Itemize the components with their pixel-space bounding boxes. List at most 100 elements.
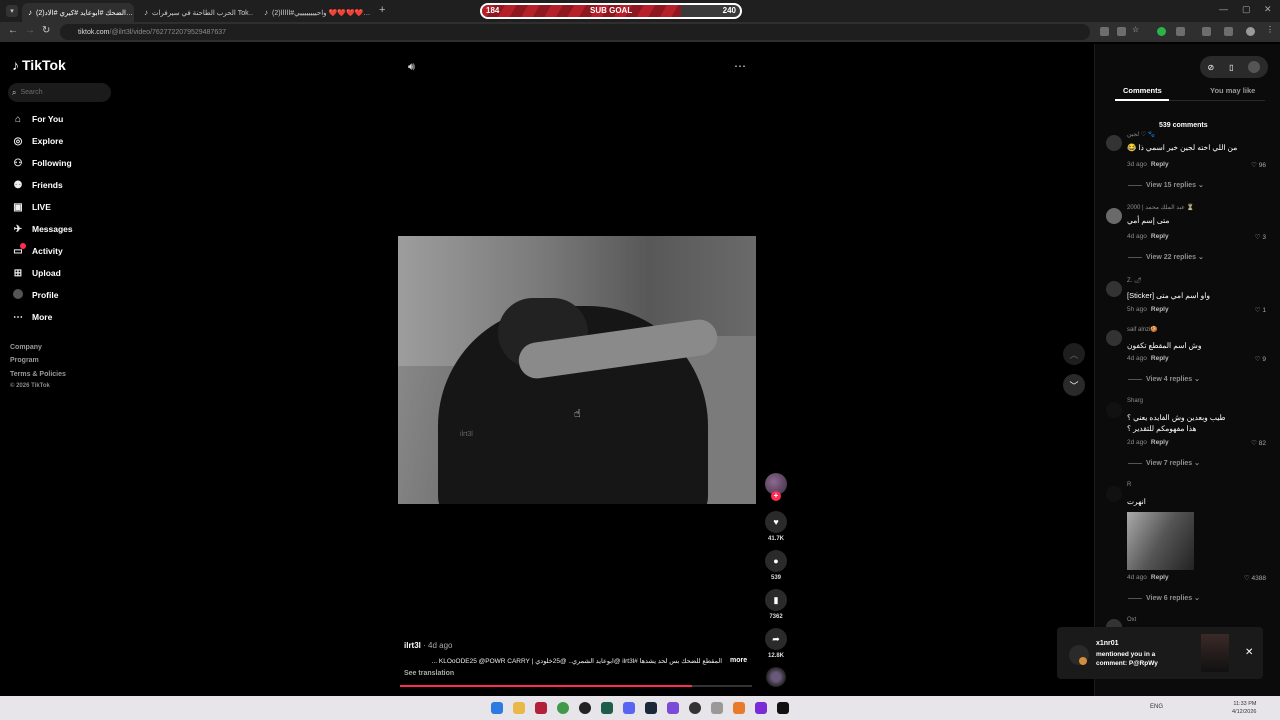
browser-tab[interactable]: ♪ الحرب الطاحنة في سيرفرات Tok… ✕ bbox=[138, 3, 254, 22]
reply-button[interactable]: Reply bbox=[1151, 161, 1169, 168]
commenter-avatar[interactable] bbox=[1106, 208, 1122, 224]
nav-friends[interactable]: ⚉ Friends bbox=[12, 178, 63, 192]
media-icon[interactable] bbox=[1202, 27, 1211, 36]
see-translation-link[interactable]: See translation bbox=[404, 670, 454, 677]
forward-icon[interactable]: → bbox=[25, 25, 35, 36]
close-icon[interactable]: ✕ bbox=[1245, 647, 1253, 658]
next-video-button[interactable]: ﹀ bbox=[1063, 374, 1085, 396]
url-field[interactable]: tiktok.com/@ilrt3l/video/762772207952948… bbox=[60, 24, 1090, 40]
extension-icon[interactable] bbox=[1157, 27, 1166, 36]
minimize-icon[interactable]: — bbox=[1219, 4, 1228, 14]
maximize-icon[interactable]: ▢ bbox=[1242, 4, 1251, 15]
share-action[interactable]: ➦ 12.8K bbox=[765, 628, 787, 659]
commenter-name[interactable]: R bbox=[1127, 482, 1131, 488]
commenter-avatar[interactable] bbox=[1106, 330, 1122, 346]
tab-search-icon[interactable]: ▾ bbox=[6, 5, 18, 17]
app-icon[interactable] bbox=[601, 702, 613, 714]
nav-following[interactable]: ⚇ Following bbox=[12, 156, 72, 170]
extensions-puzzle-icon[interactable] bbox=[1176, 27, 1185, 36]
file-explorer-icon[interactable] bbox=[513, 702, 525, 714]
footer-terms-link[interactable]: Terms & Policies bbox=[10, 371, 66, 378]
view-replies-button[interactable]: View 4 replies ⌄ bbox=[1128, 375, 1200, 383]
more-options-icon[interactable]: ⋯ bbox=[734, 59, 747, 73]
language-indicator[interactable]: ENG bbox=[1150, 704, 1163, 710]
system-clock[interactable]: 11:33 PM 4/12/2026 bbox=[1232, 700, 1256, 716]
caption-more-button[interactable]: more bbox=[730, 657, 747, 664]
search-input[interactable]: ⌕ Search bbox=[8, 83, 111, 102]
comment-likes[interactable]: ♡ 1 bbox=[1255, 306, 1266, 314]
commenter-avatar[interactable] bbox=[1106, 135, 1122, 151]
commenter-name[interactable]: Sharg bbox=[1127, 398, 1143, 404]
menu-icon[interactable]: ⋮ bbox=[1266, 25, 1275, 34]
tab-comments[interactable]: Comments bbox=[1123, 86, 1162, 95]
previous-video-button[interactable]: ︿ bbox=[1063, 343, 1085, 365]
view-replies-button[interactable]: View 6 replies ⌄ bbox=[1128, 594, 1200, 602]
author-name[interactable]: ilrt3l bbox=[404, 641, 421, 650]
avatar[interactable] bbox=[1248, 61, 1261, 73]
comment-likes[interactable]: ♡ 4388 bbox=[1244, 574, 1266, 582]
comment-image[interactable] bbox=[1127, 512, 1194, 570]
volume-icon[interactable]: 🔊︎ bbox=[408, 61, 415, 74]
reload-icon[interactable]: ↻ bbox=[42, 25, 50, 36]
video-player[interactable]: ilrt3l bbox=[398, 236, 756, 504]
nav-more[interactable]: ⋯ More bbox=[12, 310, 52, 324]
comment-action[interactable]: ● 539 bbox=[765, 550, 787, 581]
reply-button[interactable]: Reply bbox=[1151, 355, 1169, 362]
device-icon[interactable]: ▯ bbox=[1229, 63, 1233, 72]
nav-explore[interactable]: ◎ Explore bbox=[12, 134, 64, 148]
app-icon[interactable] bbox=[733, 702, 745, 714]
app-icon[interactable] bbox=[689, 702, 701, 714]
tiktok-logo[interactable]: ♪ TikTok bbox=[12, 57, 66, 73]
share-icon[interactable]: ➦ bbox=[765, 628, 787, 650]
bookmark-icon[interactable]: ▮ bbox=[765, 589, 787, 611]
footer-program-link[interactable]: Program bbox=[10, 357, 39, 364]
reply-button[interactable]: Reply bbox=[1151, 439, 1169, 446]
back-icon[interactable]: ← bbox=[8, 25, 18, 36]
comment-likes[interactable]: ♡ 3 bbox=[1255, 233, 1266, 241]
sidebar-icon[interactable] bbox=[1224, 27, 1233, 36]
comment-likes[interactable]: ♡ 9 bbox=[1255, 355, 1266, 363]
new-tab-button[interactable]: + bbox=[379, 4, 385, 16]
nav-live[interactable]: ▣ LIVE bbox=[12, 200, 51, 214]
save-action[interactable]: ▮ 7362 bbox=[765, 589, 787, 620]
close-window-icon[interactable]: ✕ bbox=[1264, 4, 1272, 15]
nav-messages[interactable]: ✈ Messages bbox=[12, 222, 73, 236]
caption-author[interactable]: ilrt3l · 4d ago bbox=[404, 641, 452, 650]
app-icon[interactable] bbox=[535, 702, 547, 714]
follow-plus-icon[interactable]: + bbox=[771, 491, 781, 501]
footer-company-link[interactable]: Company bbox=[10, 344, 42, 351]
translate-icon[interactable] bbox=[1100, 27, 1109, 36]
commenter-avatar[interactable] bbox=[1106, 281, 1122, 297]
profile-icon[interactable] bbox=[1246, 27, 1255, 36]
reply-button[interactable]: Reply bbox=[1151, 574, 1169, 581]
comment-likes[interactable]: ♡ 96 bbox=[1251, 161, 1266, 169]
app-icon[interactable] bbox=[777, 702, 789, 714]
chrome-icon[interactable] bbox=[557, 702, 569, 714]
view-replies-button[interactable]: View 7 replies ⌄ bbox=[1128, 459, 1200, 467]
nav-for-you[interactable]: ⌂ For You bbox=[12, 112, 63, 126]
mention-notification[interactable]: x1nr01 mentioned you in a comment: P@RpW… bbox=[1057, 627, 1263, 679]
browser-tab[interactable]: ♪ (2)الضحك #ابوعايد #كيري #الاد… ✕ bbox=[22, 3, 134, 22]
browser-tab[interactable]: ♪ (2)واحييييييييي#ااااا ❤️❤️❤️❤️… ✕ bbox=[258, 3, 374, 22]
compass-icon[interactable]: ⊘ bbox=[1207, 63, 1214, 72]
commenter-avatar[interactable] bbox=[1106, 486, 1122, 502]
cast-icon[interactable] bbox=[1117, 27, 1126, 36]
commenter-name[interactable]: عبد الملك محمد | 2000 ⏳ bbox=[1127, 204, 1194, 211]
commenter-name[interactable]: لجين ♡ 🐾 bbox=[1127, 131, 1155, 138]
nav-profile[interactable]: Profile bbox=[12, 288, 58, 302]
reply-button[interactable]: Reply bbox=[1151, 306, 1169, 313]
view-replies-button[interactable]: View 15 replies ⌄ bbox=[1128, 181, 1204, 189]
nav-upload[interactable]: ⊞ Upload bbox=[12, 266, 61, 280]
steam-icon[interactable] bbox=[645, 702, 657, 714]
commenter-avatar[interactable] bbox=[1106, 402, 1122, 418]
reply-button[interactable]: Reply bbox=[1151, 233, 1169, 240]
commenter-name[interactable]: Z. 🌶 bbox=[1127, 277, 1142, 284]
star-icon[interactable]: ☆ bbox=[1132, 25, 1141, 34]
music-disc-icon[interactable] bbox=[766, 667, 786, 687]
like-action[interactable]: ♥ 41.7K bbox=[765, 511, 787, 542]
commenter-name[interactable]: saif alnzi🍪 bbox=[1127, 326, 1158, 333]
start-icon[interactable] bbox=[491, 702, 503, 714]
app-icon[interactable] bbox=[579, 702, 591, 714]
video-progress-bar[interactable] bbox=[400, 685, 752, 687]
view-replies-button[interactable]: View 22 replies ⌄ bbox=[1128, 253, 1204, 261]
